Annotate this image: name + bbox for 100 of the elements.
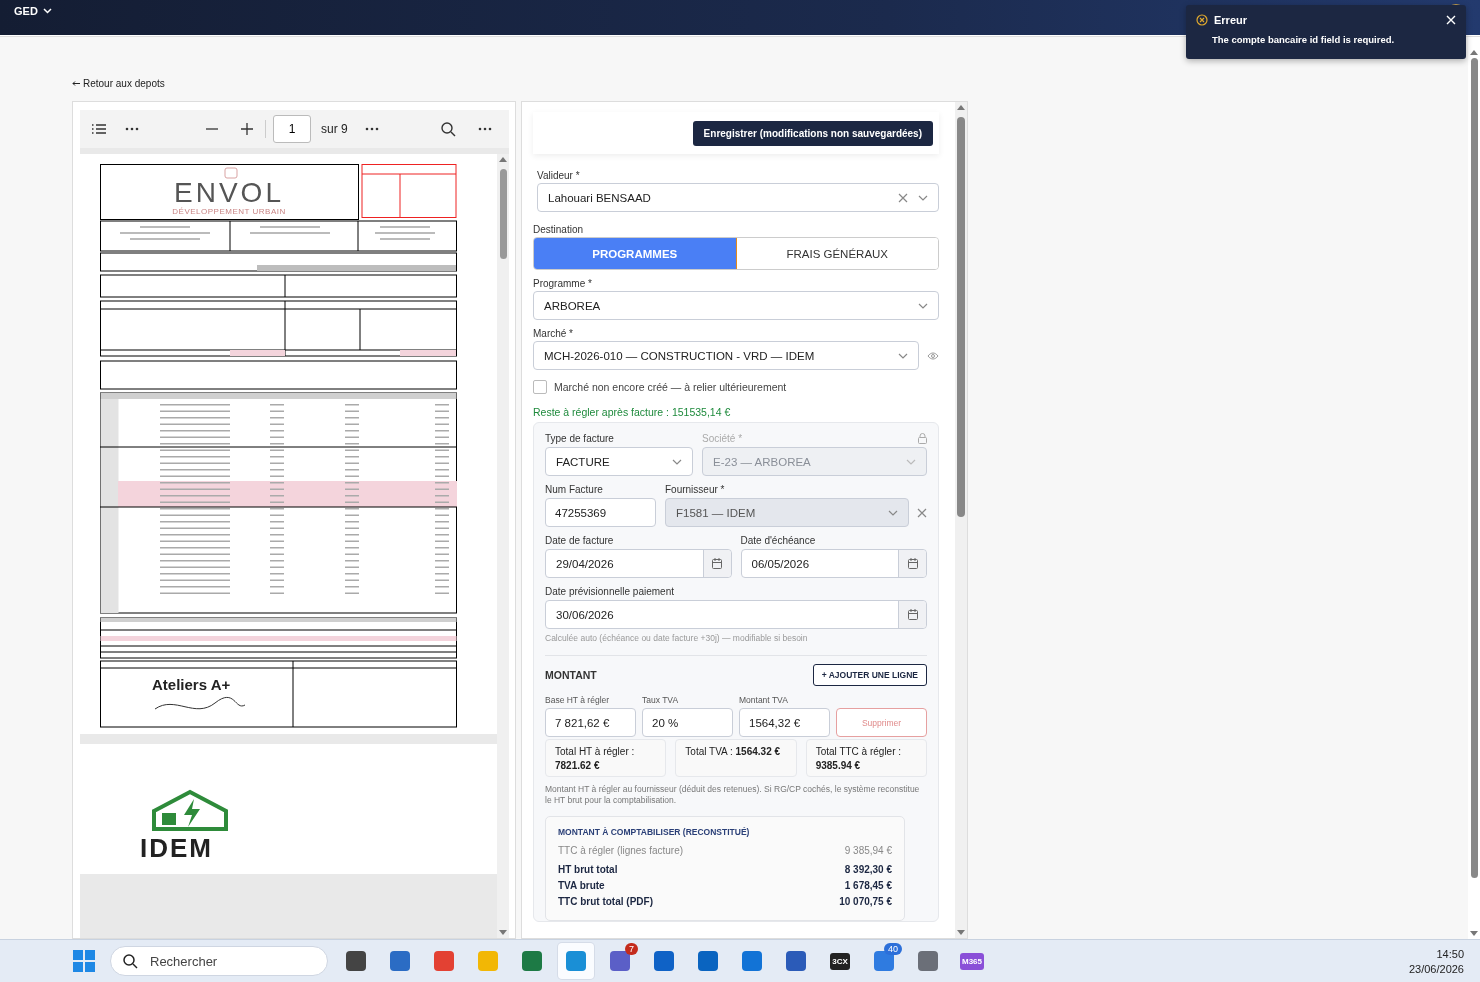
field-label: Fournisseur * <box>665 484 726 495</box>
market-select[interactable]: MCH-2026-010 — CONSTRUCTION - VRD — IDEM <box>533 341 919 370</box>
app-icon <box>610 951 630 971</box>
scrollbar[interactable] <box>497 154 509 938</box>
clock-date: 23/06/2026 <box>1408 962 1464 975</box>
signature-logo: Ateliers A+ <box>152 676 231 693</box>
calendar-icon[interactable] <box>907 558 918 569</box>
vat-amount-field[interactable]: 1564,32 € <box>739 708 830 737</box>
field-label: Base HT à régler <box>545 695 611 705</box>
taskbar-app-button[interactable]: 40 <box>866 943 902 979</box>
clear-icon[interactable] <box>898 192 908 203</box>
more-icon[interactable] <box>125 127 139 131</box>
vat-rate-field[interactable]: 20 % <box>642 708 733 737</box>
invoice-number-field[interactable]: 47255369 <box>545 498 656 527</box>
taskbar-search-field[interactable]: Rechercher <box>110 946 328 976</box>
house-lightning-icon <box>150 789 230 831</box>
base-amount-field[interactable]: 7 821,62 € <box>545 708 636 737</box>
app-icon <box>434 951 454 971</box>
checkbox[interactable] <box>533 380 547 394</box>
toast-title: Erreur <box>1214 14 1248 26</box>
date-field[interactable]: 30/06/2026 <box>545 600 927 629</box>
taskbar-app-button[interactable] <box>558 943 594 979</box>
field-label: Date d'échéance <box>740 535 817 546</box>
save-button[interactable]: Enregistrer (modifications non sauvegardées) <box>692 120 933 146</box>
chevron-down-icon <box>906 458 916 465</box>
app-icon <box>522 951 542 971</box>
error-circle-icon <box>1196 14 1208 26</box>
app-icon <box>874 951 894 971</box>
clock-time: 14:50 <box>1436 947 1464 960</box>
close-icon[interactable] <box>1446 15 1456 25</box>
chevron-down-icon <box>918 194 928 201</box>
app-icon <box>786 951 806 971</box>
invoice-type-select[interactable]: FACTURE <box>545 447 693 476</box>
date-field[interactable]: 29/04/2026 <box>545 549 732 578</box>
field-label: Num Facture <box>545 484 604 495</box>
app-icon <box>390 951 410 971</box>
summary-value: 10 070,75 € <box>839 896 892 908</box>
back-arrow-icon <box>72 81 80 86</box>
field-label: Société * <box>702 433 743 444</box>
field-label: Valideur * <box>537 170 581 181</box>
section-title: MONTANT <box>545 669 597 681</box>
chevron-down-icon <box>918 302 928 309</box>
clear-icon[interactable] <box>917 507 927 518</box>
ged-menu-button[interactable]: GED <box>14 0 52 22</box>
lock-icon <box>918 433 927 444</box>
zoom-in-icon[interactable] <box>241 123 253 135</box>
logo-tagline: DÉVELOPPEMENT URBAIN <box>172 207 286 216</box>
add-line-button[interactable]: + AJOUTER UNE LIGNE <box>812 664 927 686</box>
scrollbar[interactable] <box>1468 47 1480 939</box>
page-number-field[interactable]: 1 <box>273 115 311 143</box>
app-icon <box>742 951 762 971</box>
app-icon <box>346 951 366 971</box>
info-note: Montant HT à régler au fournisseur (déduit des retenues). Si RG/CP cochés, le système reconstitue le HT brut pour la comptabilisation. <box>545 784 921 807</box>
total-summary: Total HT à régler : 7821.62 € <box>545 739 667 777</box>
scrollbar[interactable] <box>955 102 967 938</box>
app-icon <box>654 951 674 971</box>
field-label: Type de facture <box>545 433 615 444</box>
field-label: Date prévisionnelle paiement <box>545 586 675 597</box>
chevron-down-icon <box>42 8 52 14</box>
notification-badge: 40 <box>884 943 902 955</box>
list-icon[interactable] <box>91 123 107 135</box>
date-field[interactable]: 06/05/2026 <box>740 549 927 578</box>
summary-value: 9 385,94 € <box>844 845 892 857</box>
chevron-down-icon <box>888 509 898 516</box>
total-summary: Total TTC à régler : 9385.94 € <box>805 739 927 777</box>
search-icon[interactable] <box>440 121 456 137</box>
search-icon <box>123 953 138 969</box>
more-icon[interactable] <box>477 127 492 131</box>
card-title: MONTANT À COMPTABILISER (RECONSTITUÉ) <box>558 827 751 838</box>
eye-icon[interactable] <box>927 351 939 360</box>
logo-mark-icon <box>224 167 238 179</box>
field-label: Marché * <box>533 328 574 339</box>
taskbar-app-button[interactable]: M365 <box>954 943 990 979</box>
field-label: Destination <box>533 224 585 235</box>
app-icon <box>566 951 586 971</box>
validator-select[interactable]: Lahouari BENSAAD <box>537 183 939 212</box>
back-link[interactable]: Retour aux depots <box>83 78 165 89</box>
field-label: Taux TVA <box>642 695 680 705</box>
summary-label: TTC brut total (PDF) <box>558 896 653 908</box>
field-label: Programme * <box>533 278 593 289</box>
app-icon <box>918 951 938 971</box>
checkbox-label: Marché non encore créé — à relier ultérieurement <box>554 381 787 393</box>
calendar-icon[interactable] <box>712 558 722 569</box>
calendar-icon[interactable] <box>907 609 918 620</box>
chevron-down-icon <box>898 352 908 359</box>
programme-select[interactable]: ARBOREA <box>533 291 939 320</box>
app-icon <box>478 951 498 971</box>
summary-label: HT brut total <box>558 864 618 876</box>
company-logo: IDEM <box>140 833 214 864</box>
helper-text: Calculée auto (échéance ou date facture +30j) — modifiable si besoin <box>545 633 809 643</box>
destination-tab[interactable]: PROGRAMMES <box>534 238 737 269</box>
summary-label: TTC à régler (lignes facture) <box>558 845 684 857</box>
taskbar-app-button[interactable]: 7 <box>602 943 638 979</box>
field-label: Date de facture <box>545 535 615 546</box>
taskbar-app-button[interactable]: 3CX <box>822 943 858 979</box>
total-summary: Total TVA : 1564.32 € <box>675 739 797 777</box>
windows-start-icon[interactable] <box>73 950 95 972</box>
more-icon[interactable] <box>364 127 379 131</box>
field-label: Montant TVA <box>739 695 789 705</box>
summary-label: TVA brute <box>558 880 605 892</box>
